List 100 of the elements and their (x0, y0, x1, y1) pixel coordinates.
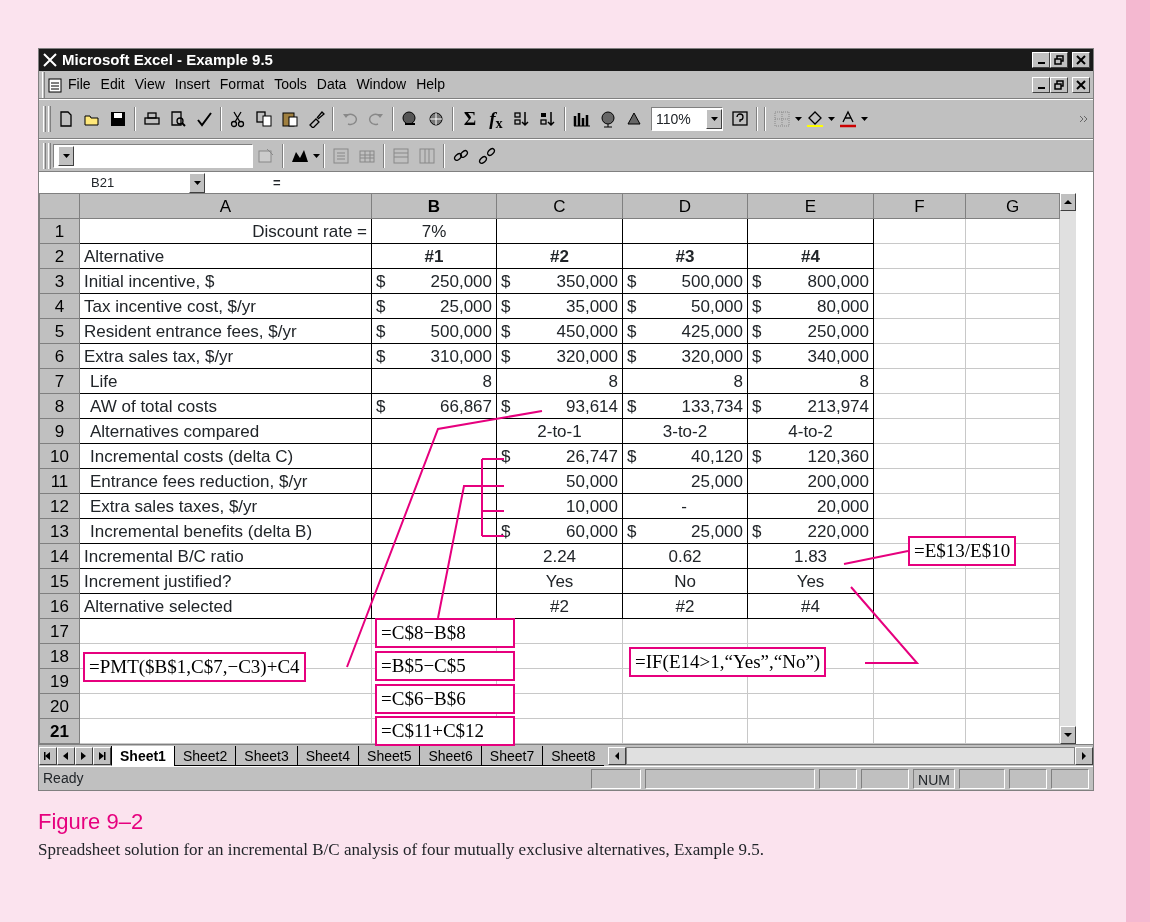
row-header[interactable]: 19 (39, 668, 80, 694)
row-header[interactable]: 12 (39, 493, 80, 519)
scroll-left-button[interactable] (607, 746, 626, 765)
sheet-tab[interactable]: Sheet6 (419, 745, 481, 766)
row-header[interactable]: 10 (39, 443, 80, 469)
menu-item[interactable]: Help (411, 74, 450, 95)
maximize-button[interactable] (1050, 52, 1068, 68)
tab-scroll-button[interactable] (57, 746, 75, 765)
menu-item[interactable]: Data (311, 74, 352, 95)
sheet-tab[interactable]: Sheet4 (296, 745, 359, 766)
row-header[interactable]: 4 (39, 293, 80, 319)
minimize-button[interactable] (1032, 76, 1050, 93)
tab-scroll-button[interactable] (75, 746, 93, 765)
row-header[interactable]: 13 (39, 518, 80, 544)
drawing-icon[interactable] (625, 110, 643, 128)
sheet-tab[interactable]: Sheet1 (111, 745, 174, 766)
cell-value: 133,734 (681, 395, 743, 418)
print-icon[interactable] (143, 110, 161, 128)
column-header[interactable]: A (79, 193, 372, 219)
row-header[interactable]: 8 (39, 393, 80, 419)
sheet-tab[interactable]: Sheet8 (542, 745, 604, 766)
style-combo-box[interactable] (53, 143, 253, 168)
row-header[interactable]: 21 (39, 718, 80, 744)
unlink-icon[interactable] (478, 146, 496, 165)
menu-item[interactable]: Window (351, 74, 412, 95)
column-header[interactable]: G (965, 193, 1060, 219)
globe-link-icon[interactable] (401, 110, 419, 128)
name-box[interactable]: B21 (91, 174, 115, 190)
right-arrow-icon (1082, 751, 1086, 760)
column-header[interactable]: C (496, 193, 623, 219)
column-header[interactable]: B (371, 193, 497, 219)
menu-item[interactable]: File (63, 74, 96, 95)
zoom-dropdown[interactable]: 110% (651, 107, 723, 131)
minimize-button[interactable] (1032, 52, 1050, 68)
tab-scroll-button[interactable] (93, 746, 111, 765)
row-header[interactable]: 16 (39, 593, 80, 619)
brush-icon[interactable] (307, 110, 325, 128)
map-globe-icon[interactable] (599, 110, 617, 128)
spelling-check-icon[interactable] (195, 110, 213, 128)
more-chevron-icon[interactable] (1079, 115, 1089, 123)
currency-sign: $ (752, 520, 762, 543)
sheet-tab[interactable]: Sheet2 (173, 745, 236, 766)
currency-sign: $ (627, 520, 637, 543)
row-header[interactable]: 2 (39, 243, 80, 269)
sort-descending-icon[interactable] (539, 110, 557, 128)
row-header[interactable]: 6 (39, 343, 80, 369)
sheet-tab[interactable]: Sheet7 (480, 745, 543, 766)
chart-icon[interactable] (573, 110, 591, 128)
row-header[interactable]: 3 (39, 268, 80, 294)
row-header[interactable]: 7 (39, 368, 80, 394)
autosum-button[interactable]: Σ (457, 106, 483, 132)
row-header[interactable]: 15 (39, 568, 80, 594)
row-header[interactable]: 14 (39, 543, 80, 569)
row-header[interactable]: 5 (39, 318, 80, 344)
row-header[interactable]: 9 (39, 418, 80, 444)
horizontal-scrollbar[interactable] (625, 746, 1075, 765)
dropdown-caret-icon[interactable] (861, 117, 868, 121)
row-header[interactable]: 18 (39, 643, 80, 669)
dropdown-caret-icon[interactable] (795, 117, 802, 121)
tab-scroll-button[interactable] (39, 746, 57, 765)
sheet-tab[interactable]: Sheet5 (358, 745, 420, 766)
currency-sign: $ (752, 395, 762, 418)
row-header[interactable]: 17 (39, 618, 80, 644)
maximize-button[interactable] (1050, 76, 1068, 93)
new-document-icon[interactable] (57, 110, 75, 128)
close-button[interactable] (1072, 52, 1090, 68)
row-header[interactable]: 1 (39, 218, 80, 244)
paste-icon[interactable] (281, 110, 299, 128)
workbook-icon[interactable] (47, 76, 63, 93)
function-button[interactable]: f$_{x}$ (483, 106, 509, 132)
scissors-icon[interactable] (229, 110, 247, 128)
copy-icon[interactable] (255, 110, 273, 128)
print-preview-icon[interactable] (169, 110, 187, 128)
currency-sign: $ (627, 295, 637, 318)
dropdown-caret-icon[interactable] (313, 153, 320, 158)
menu-item[interactable]: Edit (95, 74, 130, 95)
help-icon[interactable] (731, 110, 749, 128)
close-button[interactable] (1072, 76, 1090, 93)
scroll-up-button[interactable] (1060, 193, 1076, 211)
sheet-tab[interactable]: Sheet3 (235, 745, 297, 766)
column-header[interactable]: D (622, 193, 748, 219)
web-toolbar-icon[interactable] (427, 110, 445, 128)
sort-ascending-icon[interactable] (513, 110, 531, 128)
vertical-scrollbar[interactable] (1060, 193, 1076, 744)
formula-callout: =B$5−C$5 (375, 651, 515, 681)
row-header[interactable]: 20 (39, 693, 80, 719)
menu-item[interactable]: Tools (269, 74, 312, 95)
scroll-right-button[interactable] (1075, 746, 1093, 765)
column-header[interactable]: F (873, 193, 966, 219)
row-header[interactable]: 11 (39, 468, 80, 494)
menu-item[interactable]: Insert (169, 74, 215, 95)
menu-item[interactable]: View (129, 74, 170, 95)
column-header[interactable]: E (747, 193, 874, 219)
name-box-dropdown[interactable] (189, 172, 205, 193)
dropdown-caret-icon[interactable] (828, 117, 835, 121)
save-icon[interactable] (109, 110, 127, 128)
scroll-down-button[interactable] (1060, 726, 1076, 744)
menu-item[interactable]: Format (214, 74, 270, 95)
fill-color-icon[interactable] (806, 110, 824, 128)
font-color-icon[interactable] (839, 110, 857, 128)
